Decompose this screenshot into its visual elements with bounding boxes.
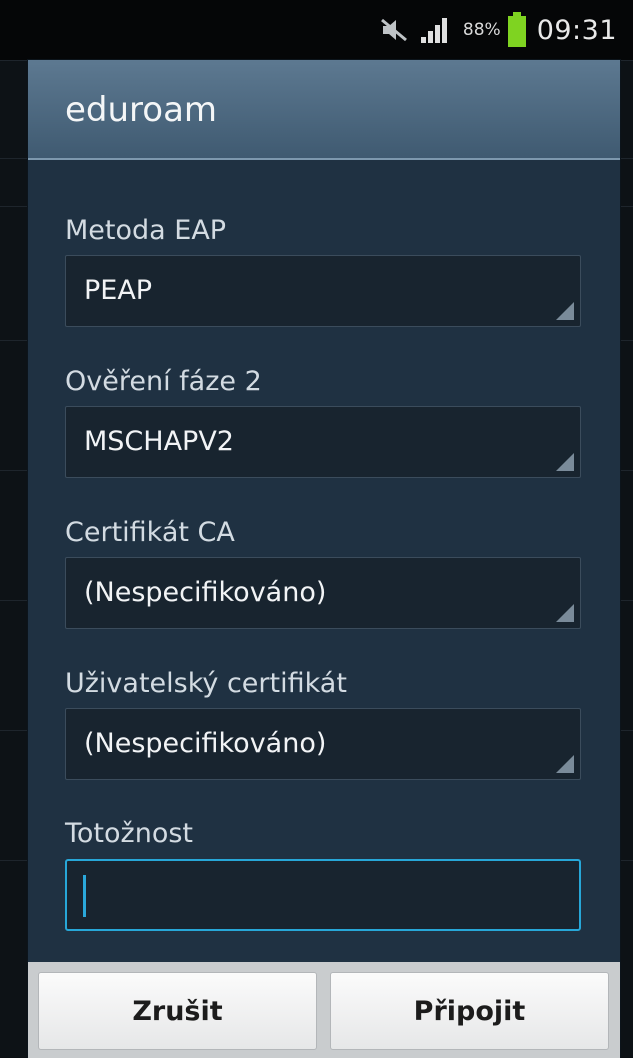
identity-label: Totožnost: [65, 818, 193, 849]
ca-certificate-dropdown[interactable]: (Nespecifikováno): [65, 557, 581, 629]
signal-icon: [419, 15, 453, 45]
user-certificate-value: (Nespecifikováno): [84, 728, 327, 759]
mute-icon: [379, 17, 409, 43]
clock: 09:31: [536, 14, 617, 46]
dialog-button-bar: Zrušit Připojit: [28, 962, 620, 1058]
phase2-auth-label: Ověření fáze 2: [65, 366, 262, 397]
battery-icon: [507, 12, 527, 48]
eap-method-value: PEAP: [84, 275, 153, 306]
dropdown-arrow-icon: [556, 604, 574, 622]
status-bar: 88% 09:31: [0, 0, 633, 60]
eap-method-label: Metoda EAP: [65, 215, 227, 246]
ca-certificate-label: Certifikát CA: [65, 517, 235, 548]
dropdown-arrow-icon: [556, 453, 574, 471]
text-caret: [83, 875, 86, 917]
user-certificate-dropdown[interactable]: (Nespecifikováno): [65, 708, 581, 780]
dialog-header: eduroam: [28, 60, 620, 160]
identity-input[interactable]: [65, 859, 581, 931]
dialog-title: eduroam: [65, 90, 218, 130]
battery-percent: 88%: [462, 20, 501, 40]
user-certificate-label: Uživatelský certifikát: [65, 668, 347, 699]
phase2-auth-value: MSCHAPV2: [84, 426, 234, 457]
dropdown-arrow-icon: [556, 302, 574, 320]
eap-method-dropdown[interactable]: PEAP: [65, 255, 581, 327]
status-icons: 88% 09:31: [379, 0, 617, 60]
phase2-auth-dropdown[interactable]: MSCHAPV2: [65, 406, 581, 478]
cancel-button[interactable]: Zrušit: [38, 972, 317, 1050]
connect-button[interactable]: Připojit: [330, 972, 609, 1050]
dropdown-arrow-icon: [556, 755, 574, 773]
ca-certificate-value: (Nespecifikováno): [84, 577, 327, 608]
wifi-config-dialog: eduroam Metoda EAP PEAP Ověření fáze 2 M…: [28, 60, 620, 1058]
